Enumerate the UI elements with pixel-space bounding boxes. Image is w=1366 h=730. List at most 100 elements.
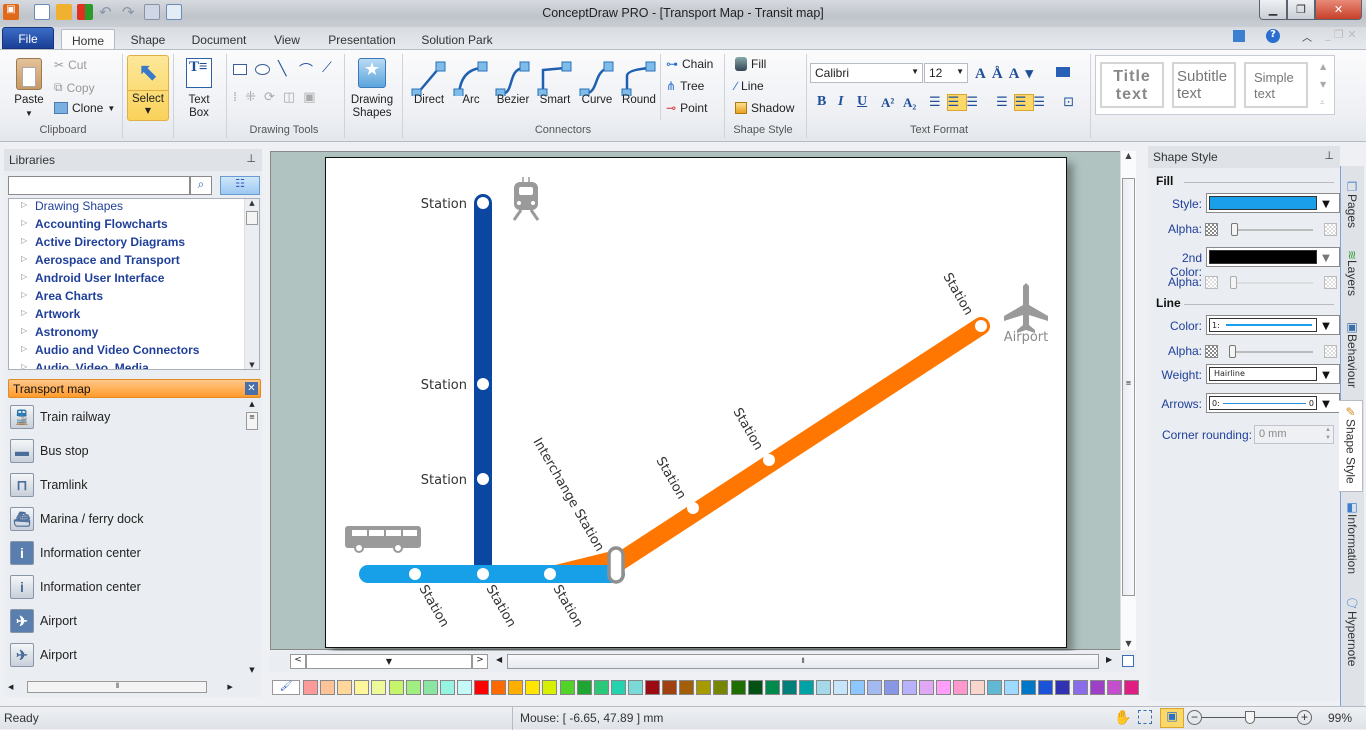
open-folder-icon[interactable] <box>56 4 72 20</box>
tab-document[interactable]: Document <box>185 29 253 49</box>
library-item[interactable]: 🚆 Train railway <box>4 400 244 434</box>
library-item[interactable]: i Information center <box>4 570 244 604</box>
copy-button[interactable]: ⧉ Copy <box>54 80 95 95</box>
fit-page-icon[interactable] <box>1122 655 1134 667</box>
palette-swatch[interactable] <box>850 680 866 695</box>
station-dot[interactable] <box>477 197 489 209</box>
palette-swatch[interactable] <box>662 680 678 695</box>
tree-button[interactable]: ⋔ Tree <box>666 79 704 93</box>
connector-curve-button[interactable] <box>577 56 617 96</box>
fill-alpha-thumb[interactable] <box>1231 223 1238 236</box>
palette-swatch[interactable] <box>439 680 455 695</box>
zoom-in-button[interactable]: + <box>1297 710 1312 725</box>
palette-swatch[interactable] <box>491 680 507 695</box>
palette-swatch[interactable] <box>867 680 883 695</box>
side-tab-layers[interactable]: ≋ Layers <box>1341 246 1363 312</box>
paste-button[interactable]: Paste ▼ <box>10 94 48 120</box>
subscript-button[interactable]: A₂ <box>903 95 916 111</box>
arc-tool-icon[interactable]: ⌒ <box>299 60 313 80</box>
close-button[interactable]: ✕ <box>1315 0 1362 20</box>
highlight-icon[interactable] <box>1056 67 1070 77</box>
palette-swatch[interactable] <box>371 680 387 695</box>
point-button[interactable]: ⊸ Point <box>666 101 707 115</box>
previous-page-button[interactable]: < <box>290 654 306 669</box>
superscript-button[interactable]: A² <box>881 95 894 111</box>
doc-min-icon[interactable]: _ ❐ ✕ <box>1325 28 1357 41</box>
palette-swatch[interactable] <box>833 680 849 695</box>
shape-operations-icons[interactable]: ⁞⁜⟳◫▣ <box>233 90 323 105</box>
palette-swatch[interactable] <box>559 680 575 695</box>
side-tab-shape-style[interactable]: ✎ Shape Style <box>1339 400 1363 492</box>
page-select[interactable]: ▼ <box>306 654 472 669</box>
spinner-icon[interactable]: ▲ ▼ <box>1325 426 1331 442</box>
tree-item[interactable]: Accounting Flowcharts <box>9 217 259 235</box>
gallery-scroll-buttons[interactable]: ▲ ▼ ⩡ <box>1320 58 1326 112</box>
polyline-tool-icon[interactable]: ⟋ <box>322 60 332 76</box>
connector-arc-button[interactable] <box>451 56 491 96</box>
station-dot[interactable] <box>544 568 556 580</box>
app-icon[interactable]: ▣ <box>3 4 19 20</box>
underline-button[interactable]: U <box>857 94 867 110</box>
second-color-select[interactable]: ▼ <box>1206 247 1340 267</box>
tab-home[interactable]: Home <box>61 29 115 49</box>
library-item[interactable]: ⛴ Marina / ferry dock <box>4 502 244 536</box>
palette-swatch[interactable] <box>730 680 746 695</box>
palette-swatch[interactable] <box>542 680 558 695</box>
open-library-header[interactable]: Transport map ✕ <box>8 379 261 398</box>
station-dot[interactable] <box>763 454 775 466</box>
library-item[interactable]: ✈ Airport <box>4 604 244 638</box>
palette-swatch[interactable] <box>1072 680 1088 695</box>
connector-bezier-button[interactable] <box>493 56 533 96</box>
palette-menu-icon[interactable]: 🖌 <box>272 680 300 695</box>
rectangle-tool-icon[interactable] <box>233 64 247 75</box>
chain-button[interactable]: ⊶ Chain <box>666 57 713 71</box>
drawing-shapes-button[interactable]: Drawing Shapes <box>346 94 398 120</box>
palette-swatch[interactable] <box>1021 680 1037 695</box>
tab-view[interactable]: View <box>265 29 309 49</box>
palette-swatch[interactable] <box>816 680 831 695</box>
palette-swatch[interactable] <box>388 680 404 695</box>
palette-swatch[interactable] <box>713 680 729 695</box>
palette-swatch[interactable] <box>610 680 626 695</box>
bus-icon[interactable] <box>345 526 421 553</box>
collapse-ribbon-icon[interactable]: ︿ <box>1302 29 1312 44</box>
new-document-icon[interactable] <box>34 4 50 20</box>
zoom-slider-thumb[interactable] <box>1244 711 1255 724</box>
color-theme-icon[interactable] <box>77 4 93 20</box>
print-preview-icon[interactable] <box>166 4 182 20</box>
scroll-right-icon[interactable]: ▶ <box>1106 655 1112 664</box>
station-dot[interactable] <box>409 568 421 580</box>
library-tree-scrollbar[interactable]: ▲ ▼ <box>244 199 259 369</box>
tree-item[interactable]: Astronomy <box>9 325 259 343</box>
palette-swatch[interactable] <box>987 680 1002 695</box>
minimize-button[interactable]: ▁ <box>1259 0 1287 20</box>
select-button[interactable]: ⬉ Select ▼ <box>127 55 169 121</box>
tree-item[interactable]: Aerospace and Transport <box>9 253 259 271</box>
pan-hand-icon[interactable]: ✋ <box>1114 709 1131 726</box>
palette-swatch[interactable] <box>935 680 951 695</box>
font-grow-shrink-color-icons[interactable]: AÅA▾ <box>975 64 1039 83</box>
palette-swatch[interactable] <box>354 680 370 695</box>
station-dot[interactable] <box>477 473 489 485</box>
close-library-icon[interactable]: ✕ <box>245 382 258 395</box>
text-box-button[interactable]: Text Box <box>180 94 218 120</box>
layout-icon[interactable] <box>1233 30 1245 42</box>
line-alpha-thumb[interactable] <box>1229 345 1236 358</box>
station-dot[interactable] <box>975 320 987 332</box>
palette-swatch[interactable] <box>969 680 985 695</box>
tree-view-toggle-icon[interactable]: ☷ <box>220 176 260 195</box>
palette-swatch[interactable] <box>1004 680 1020 695</box>
palette-swatch[interactable] <box>1106 680 1122 695</box>
palette-swatch[interactable] <box>320 680 336 695</box>
palette-swatch[interactable] <box>525 680 541 695</box>
line-tool-icon[interactable]: ╲ <box>278 61 286 77</box>
connector-direct-button[interactable] <box>409 56 449 96</box>
library-items-scrollbar[interactable]: ▲ ≡ ▼ <box>244 400 260 676</box>
library-item[interactable]: ⊓ Tramlink <box>4 468 244 502</box>
shadow-button[interactable]: Shadow <box>735 101 794 115</box>
line-color-select[interactable]: 1: ▼ <box>1206 315 1340 335</box>
line-alpha-slider[interactable] <box>1233 351 1313 353</box>
station-dot[interactable] <box>477 378 489 390</box>
palette-swatch[interactable] <box>781 680 797 695</box>
canvas-vertical-scrollbar[interactable]: ▲ ≡ ▼ <box>1120 151 1136 650</box>
